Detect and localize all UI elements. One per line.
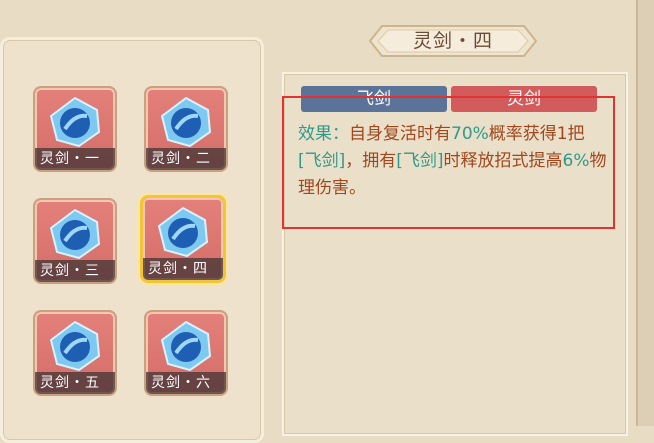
effect-keyword-2: [飞剑] [396,151,444,171]
slot-label: 灵剑・四 [143,258,223,280]
slot-label: 灵剑・三 [35,260,115,282]
slot-sword-1[interactable]: 灵剑・一 [33,86,117,172]
tab-fly-sword[interactable]: 飞剑 [301,86,447,112]
effect-percent-2: 6% [562,151,590,171]
slot-sword-2[interactable]: 灵剑・二 [144,86,228,172]
effect-text-4: 时释放招式提高 [443,151,563,171]
blue-gem-icon [49,96,101,148]
effect-text-1: 自身复活时有 [349,124,451,144]
effect-keyword-1: [飞剑] [298,151,346,171]
blue-gem-icon [49,320,101,372]
page-title: 灵剑・四 [412,30,493,52]
effect-label: 效果： [298,124,349,144]
right-edge-frame [636,0,654,426]
title-banner: 灵剑・四 [368,22,538,60]
effect-description: 效果：自身复活时有70%概率获得1把[飞剑]，拥有[飞剑]时释放招式提高6%物理… [298,121,608,202]
blue-gem-icon [160,96,212,148]
blue-gem-icon [157,206,209,258]
slot-sword-5[interactable]: 灵剑・五 [33,310,117,396]
blue-gem-icon [49,208,101,260]
slot-label: 灵剑・五 [35,372,115,394]
slot-label: 灵剑・六 [146,372,226,394]
effect-text-3: ，拥有 [345,151,397,171]
effect-text-2: 概率获得1把 [488,124,585,144]
slot-label: 灵剑・一 [35,148,115,170]
tab-spirit-sword[interactable]: 灵剑 [451,86,597,112]
blue-gem-icon [160,320,212,372]
slot-label: 灵剑・二 [146,148,226,170]
slot-sword-6[interactable]: 灵剑・六 [144,310,228,396]
effect-percent-1: 70% [451,124,489,144]
slot-sword-4[interactable]: 灵剑・四 [140,195,226,283]
slot-sword-3[interactable]: 灵剑・三 [33,198,117,284]
